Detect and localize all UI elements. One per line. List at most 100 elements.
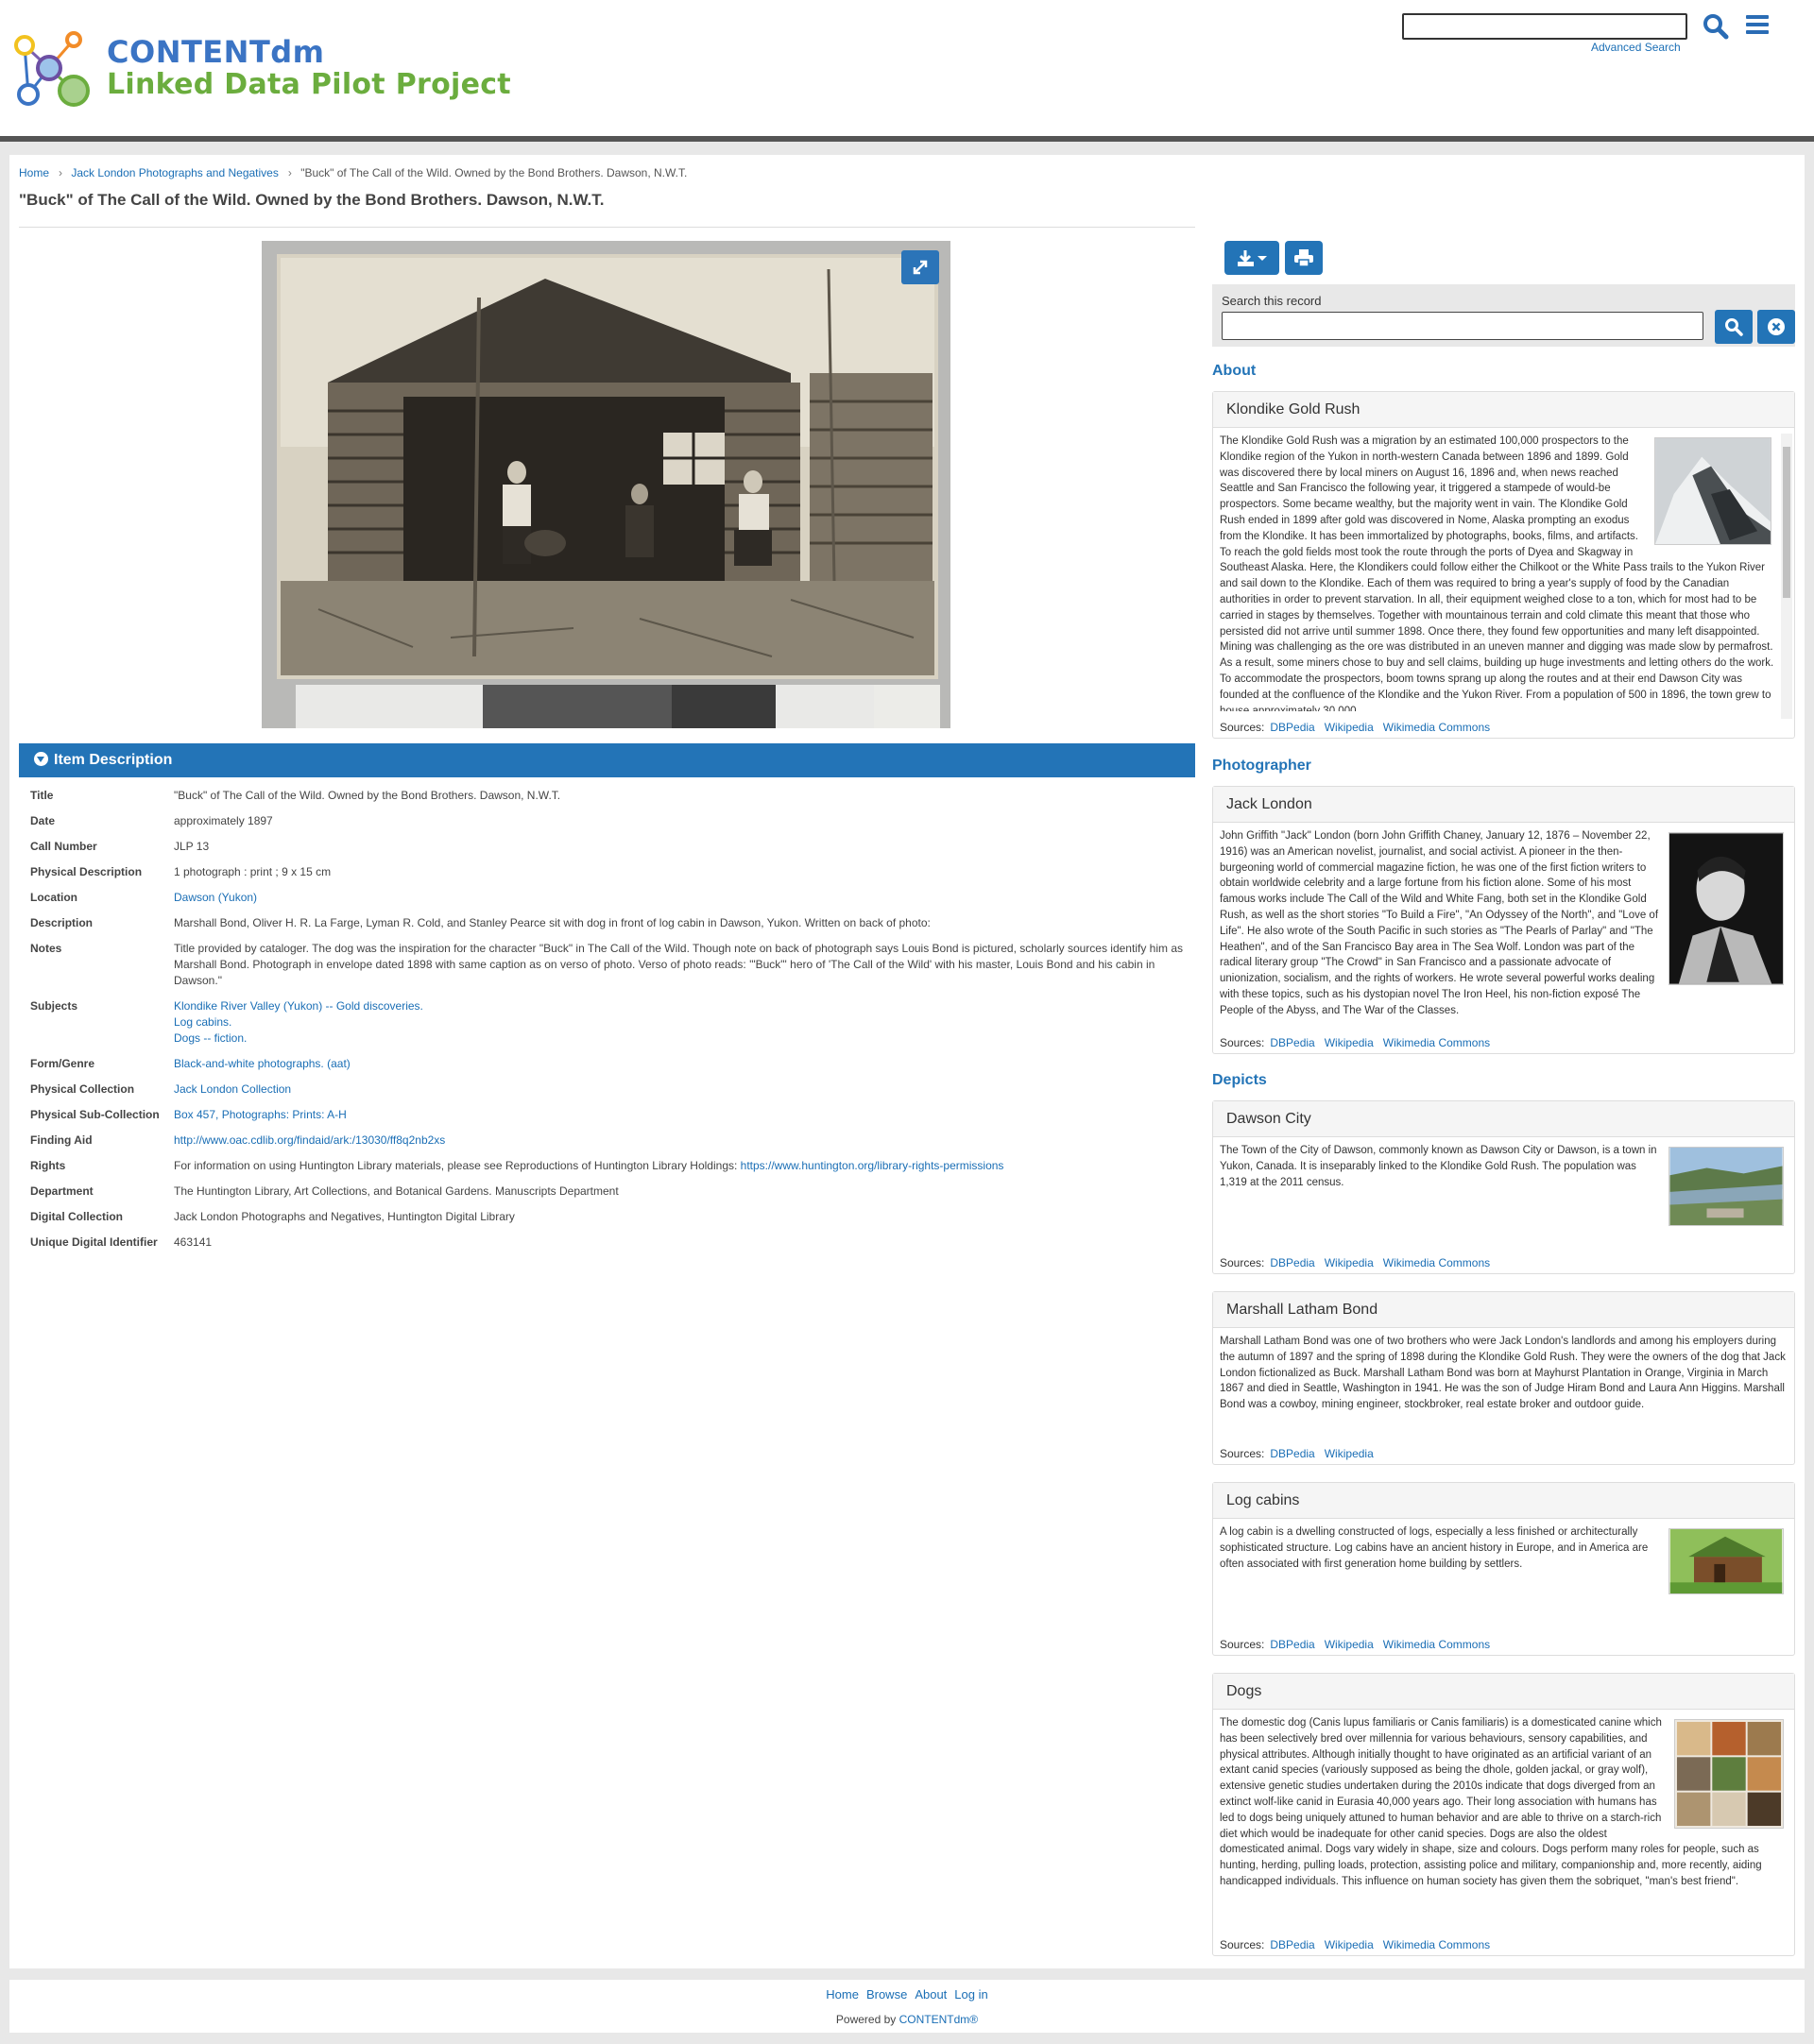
expand-icon	[913, 260, 928, 275]
metadata-row: Call Number JLP 13	[30, 839, 1188, 855]
search-record-input[interactable]	[1222, 312, 1703, 340]
source-link-wikipedia[interactable]: Wikipedia	[1325, 1938, 1374, 1951]
source-link-dbpedia[interactable]: DBPedia	[1270, 1447, 1314, 1460]
source-link-dbpedia[interactable]: DBPedia	[1270, 1638, 1314, 1651]
card-scrollbar[interactable]	[1781, 434, 1792, 719]
metadata-label: Physical Description	[30, 865, 143, 878]
log-cabin-thumbnail[interactable]	[1669, 1528, 1784, 1594]
download-icon	[1238, 250, 1267, 266]
site-header: CONTENTdm Linked Data Pilot Project Adva…	[0, 0, 1814, 142]
source-link-wikipedia[interactable]: Wikipedia	[1325, 1036, 1374, 1049]
klondike-thumbnail[interactable]	[1654, 437, 1771, 545]
source-link-wikipedia[interactable]: Wikipedia	[1325, 1256, 1374, 1269]
metadata-label: Digital Collection	[30, 1210, 124, 1223]
metadata-link[interactable]: Klondike River Valley (Yukon) -- Gold di…	[174, 998, 1188, 1014]
metadata-link[interactable]: http://www.oac.cdlib.org/findaid/ark:/13…	[174, 1133, 1188, 1149]
metadata-link[interactable]: Dawson (Yukon)	[174, 890, 1188, 906]
search-record-button[interactable]	[1715, 310, 1753, 344]
print-button[interactable]	[1285, 241, 1323, 275]
source-link-wikipedia[interactable]: Wikipedia	[1325, 1447, 1374, 1460]
metadata-link[interactable]: Jack London Collection	[174, 1082, 1188, 1098]
metadata-link[interactable]: Box 457, Photographs: Prints: A-H	[174, 1107, 1188, 1123]
footer-link-log-in[interactable]: Log in	[954, 1987, 987, 2001]
metadata-text: Title provided by cataloger. The dog was…	[174, 942, 1183, 987]
metadata-row: Location Dawson (Yukon)	[30, 890, 1188, 906]
footer-link-home[interactable]: Home	[826, 1987, 859, 2001]
metadata-value: "Buck" of The Call of the Wild. Owned by…	[174, 788, 1188, 804]
source-link-dbpedia[interactable]: DBPedia	[1270, 721, 1314, 734]
metadata-row: Title "Buck" of The Call of the Wild. Own…	[30, 788, 1188, 804]
brand-subtitle[interactable]: Linked Data Pilot Project	[107, 68, 511, 101]
card-title: Log cabins	[1213, 1483, 1794, 1519]
source-link-wikimedia-commons[interactable]: Wikimedia Commons	[1383, 1036, 1490, 1049]
source-link-wikimedia-commons[interactable]: Wikimedia Commons	[1383, 1256, 1490, 1269]
download-button[interactable]	[1224, 241, 1279, 275]
metadata-text: "Buck" of The Call of the Wild. Owned by…	[174, 789, 561, 802]
search-icon[interactable]	[1702, 12, 1730, 41]
dogs-collage-thumbnail[interactable]	[1674, 1719, 1784, 1829]
fullscreen-button[interactable]	[901, 250, 939, 284]
source-link-dbpedia[interactable]: DBPedia	[1270, 1256, 1314, 1269]
linked-data-logo-icon[interactable]	[11, 26, 93, 113]
metadata-label: Rights	[30, 1159, 66, 1172]
breadcrumb: Home › Jack London Photographs and Negati…	[19, 166, 691, 179]
breadcrumb-home[interactable]: Home	[19, 166, 49, 179]
source-link-wikimedia-commons[interactable]: Wikimedia Commons	[1383, 1938, 1490, 1951]
card-sources: Sources: DBPedia Wikipedia	[1220, 1447, 1374, 1460]
source-link-wikipedia[interactable]: Wikipedia	[1325, 1638, 1374, 1651]
metadata-value: For information on using Huntington Libr…	[174, 1158, 1188, 1174]
metadata-row: Description Marshall Bond, Oliver H. R. L…	[30, 915, 1188, 931]
breadcrumb-current: "Buck" of The Call of the Wild. Owned by…	[300, 166, 688, 179]
hamburger-menu-icon[interactable]	[1746, 15, 1769, 36]
card-title: Jack London	[1213, 787, 1794, 823]
item-description-toggle[interactable]: Item Description	[19, 743, 1195, 777]
advanced-search-link[interactable]: Advanced Search	[1591, 41, 1681, 54]
image-viewer[interactable]	[262, 241, 950, 728]
breadcrumb-collection[interactable]: Jack London Photographs and Negatives	[71, 166, 279, 179]
clear-search-button[interactable]	[1757, 310, 1795, 344]
dawson-city-thumbnail[interactable]	[1669, 1147, 1784, 1226]
metadata-label: Date	[30, 814, 56, 827]
card-sources: Sources: DBPedia Wikipedia Wikimedia Common…	[1220, 1036, 1491, 1049]
rights-link[interactable]: https://www.huntington.org/library-right…	[741, 1159, 1004, 1172]
card-text-container: A log cabin is a dwelling constructed of…	[1220, 1524, 1788, 1628]
metadata-label: Subjects	[30, 999, 78, 1013]
metadata-link[interactable]: Log cabins.	[174, 1014, 1188, 1031]
metadata-text: approximately 1897	[174, 814, 273, 827]
card-text-container: Marshall Latham Bond was one of two brot…	[1220, 1334, 1788, 1438]
card-text: A log cabin is a dwelling constructed of…	[1220, 1526, 1649, 1570]
card-sources: Sources: DBPedia Wikipedia Wikimedia Common…	[1220, 1938, 1491, 1951]
card-title: Klondike Gold Rush	[1213, 392, 1794, 428]
footer-link-about[interactable]: About	[915, 1987, 947, 2001]
metadata-text: For information on using Huntington Libr…	[174, 1159, 741, 1172]
source-link-wikimedia-commons[interactable]: Wikimedia Commons	[1383, 721, 1490, 734]
metadata-value: http://www.oac.cdlib.org/findaid/ark:/13…	[174, 1133, 1188, 1149]
chevron-right-icon: ›	[287, 166, 292, 179]
metadata-value: Box 457, Photographs: Prints: A-H	[174, 1107, 1188, 1123]
header-search-input[interactable]	[1402, 13, 1687, 40]
search-icon	[1725, 318, 1743, 336]
footer-link-browse[interactable]: Browse	[866, 1987, 907, 2001]
metadata-label: Notes	[30, 942, 62, 955]
collapse-toggle-icon	[34, 752, 48, 766]
contentdm-link[interactable]: CONTENTdm®	[899, 2013, 979, 2026]
card-sources: Sources: DBPedia Wikipedia Wikimedia Common…	[1220, 1638, 1491, 1651]
metadata-link[interactable]: Black-and-white photographs. (aat)	[174, 1056, 1188, 1072]
source-link-dbpedia[interactable]: DBPedia	[1270, 1938, 1314, 1951]
jack-london-portrait[interactable]	[1669, 832, 1784, 985]
search-this-record: Search this record	[1212, 284, 1795, 347]
source-link-wikipedia[interactable]: Wikipedia	[1325, 721, 1374, 734]
brand-title[interactable]: CONTENTdm	[107, 34, 325, 70]
depicts-heading: Depicts	[1212, 1072, 1267, 1088]
source-link-dbpedia[interactable]: DBPedia	[1270, 1036, 1314, 1049]
divider	[19, 227, 1195, 228]
card-text-container[interactable]: The Klondike Gold Rush was a migration b…	[1220, 434, 1775, 711]
source-link-wikimedia-commons[interactable]: Wikimedia Commons	[1383, 1638, 1490, 1651]
about-heading: About	[1212, 363, 1257, 379]
metadata-link[interactable]: Dogs -- fiction.	[174, 1031, 1188, 1047]
metadata-value: approximately 1897	[174, 813, 1188, 829]
metadata-value: Jack London Photographs and Negatives, H…	[174, 1209, 1188, 1225]
metadata-value: Title provided by cataloger. The dog was…	[174, 941, 1188, 989]
card-title: Marshall Latham Bond	[1213, 1292, 1794, 1328]
metadata-value: Jack London Collection	[174, 1082, 1188, 1098]
